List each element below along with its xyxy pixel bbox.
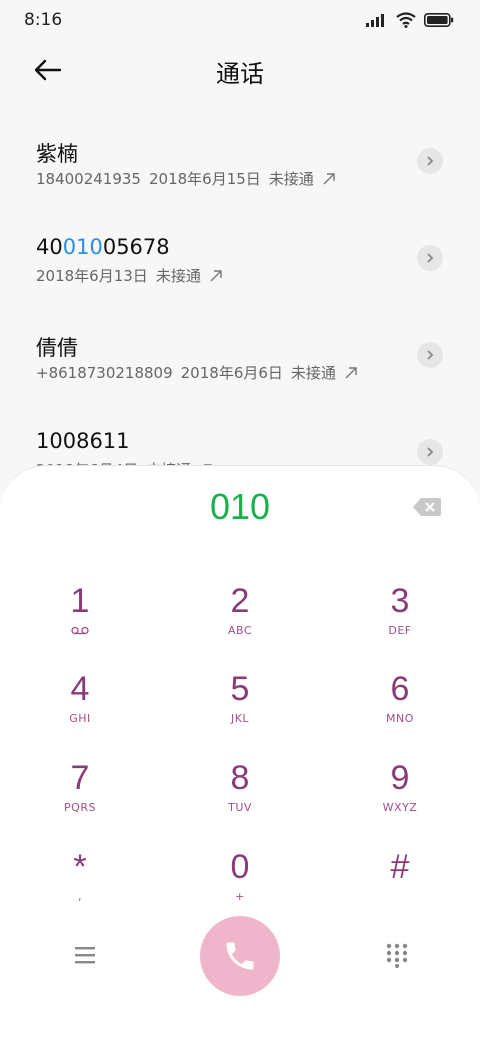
chevron-right-icon — [427, 350, 434, 360]
battery-icon — [424, 13, 454, 27]
call-status: 未接通 — [290, 364, 336, 382]
chevron-right-icon — [427, 253, 434, 263]
page-title: 通话 — [216, 60, 264, 88]
key-digit: 5 — [230, 670, 250, 708]
call-log-list: 紫楠 18400241935 2018年6月15日 未接通 4001005678… — [0, 112, 480, 500]
header: 通话 — [0, 40, 480, 100]
status-bar: 8:16 — [0, 0, 480, 40]
call-details-button[interactable] — [417, 439, 443, 465]
key-letters: ABC — [227, 624, 253, 637]
call-log-row[interactable]: 4001005678 2018年6月13日 未接通 — [0, 209, 480, 306]
chevron-right-icon — [427, 447, 434, 457]
number-match-highlight: 010 — [62, 235, 103, 259]
key-digit: 9 — [390, 759, 410, 797]
key-digit: * — [73, 848, 87, 886]
dial-key-2[interactable]: 2 ABC — [180, 582, 300, 662]
call-date: 2018年6月13日 — [36, 267, 148, 285]
menu-icon[interactable] — [72, 944, 98, 966]
key-digit: 1 — [70, 582, 90, 620]
dial-key-8[interactable]: 8 TUV — [180, 759, 300, 839]
key-digit: 6 — [390, 670, 410, 708]
call-number: +8618730218809 — [36, 363, 173, 382]
dialpad-panel: 010 1 2 ABC 3 DEF 4 GHI 5 JKL 6 MNO 7 PQ… — [0, 465, 480, 1041]
status-time: 8:16 — [24, 10, 63, 30]
key-letters: DEF — [388, 624, 412, 637]
call-detail: 2018年6月13日 未接通 — [36, 265, 223, 286]
outgoing-call-icon — [345, 366, 357, 378]
status-icons — [366, 12, 454, 28]
call-details-button[interactable] — [417, 245, 443, 271]
call-status: 未接通 — [268, 170, 314, 188]
key-digit: 0 — [230, 848, 250, 886]
dialpad-icon[interactable] — [384, 942, 410, 968]
call-log-row[interactable]: 倩倩 +8618730218809 2018年6月6日 未接通 — [0, 306, 480, 403]
call-detail: 18400241935 2018年6月15日 未接通 — [36, 168, 336, 189]
key-letters: JKL — [230, 712, 250, 725]
dial-key-1[interactable]: 1 — [20, 582, 140, 662]
call-date: 2018年6月6日 — [180, 364, 283, 382]
key-letters: TUV — [228, 801, 252, 814]
key-digit: 7 — [70, 759, 90, 797]
call-details-button[interactable] — [417, 342, 443, 368]
dial-key-3[interactable]: 3 DEF — [340, 582, 460, 662]
wifi-icon — [396, 12, 416, 28]
key-letters: + — [235, 890, 245, 903]
dial-key-star[interactable]: * , — [20, 848, 140, 928]
key-digit: 8 — [230, 759, 250, 797]
dial-entry[interactable]: 010 — [0, 486, 480, 528]
call-log-row[interactable]: 紫楠 18400241935 2018年6月15日 未接通 — [0, 112, 480, 209]
key-digit: 3 — [390, 582, 410, 620]
key-digit: 2 — [230, 582, 250, 620]
contact-name: 1008611 — [36, 429, 130, 453]
dial-key-6[interactable]: 6 MNO — [340, 670, 460, 750]
dial-key-9[interactable]: 9 WXYZ — [340, 759, 460, 839]
signal-icon — [366, 14, 384, 27]
contact-name: 紫楠 — [36, 142, 78, 166]
outgoing-call-icon — [210, 269, 222, 281]
voicemail-icon — [71, 626, 89, 635]
dial-key-7[interactable]: 7 PQRS — [20, 759, 140, 839]
key-letters: PQRS — [64, 801, 96, 814]
key-letters: MNO — [386, 712, 414, 725]
dial-key-4[interactable]: 4 GHI — [20, 670, 140, 750]
key-letters: WXYZ — [382, 801, 418, 814]
contact-name: 倩倩 — [36, 336, 78, 360]
contact-name: 4001005678 — [36, 235, 170, 259]
call-status: 未接通 — [155, 267, 201, 285]
call-details-button[interactable] — [417, 148, 443, 174]
backspace-icon[interactable] — [412, 496, 442, 518]
chevron-right-icon — [427, 156, 434, 166]
call-button[interactable] — [200, 916, 280, 996]
key-digit: 4 — [70, 670, 90, 708]
key-letters: , — [78, 890, 82, 903]
dial-key-5[interactable]: 5 JKL — [180, 670, 300, 750]
number-part: 40 — [36, 235, 63, 259]
dial-key-hash[interactable]: # — [340, 848, 460, 928]
key-digit: # — [390, 848, 410, 886]
call-detail: +8618730218809 2018年6月6日 未接通 — [36, 362, 358, 383]
outgoing-call-icon — [323, 172, 335, 184]
call-number: 18400241935 — [36, 169, 141, 188]
phone-icon — [226, 942, 254, 970]
key-letters: GHI — [69, 712, 91, 725]
call-date: 2018年6月15日 — [148, 170, 261, 188]
number-part: 05678 — [102, 235, 170, 259]
